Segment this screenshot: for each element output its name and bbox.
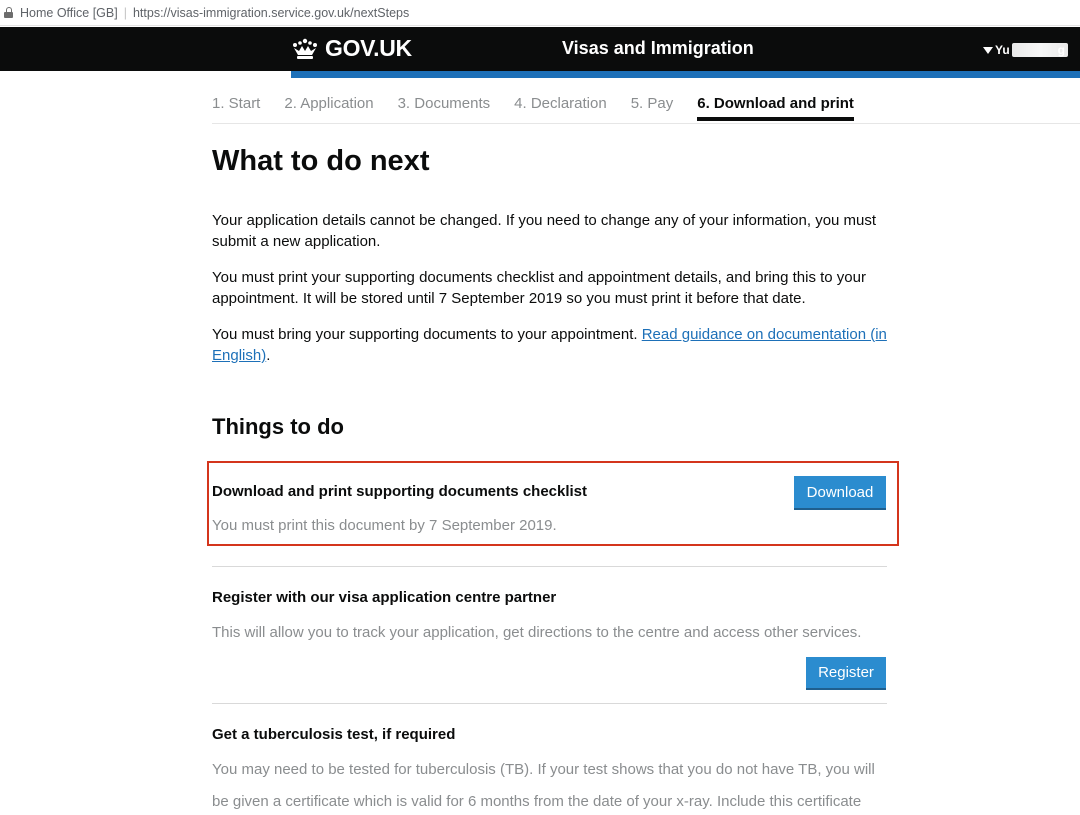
step-pay[interactable]: 5. Pay <box>631 95 674 120</box>
progress-steps: 1. Start 2. Application 3. Documents 4. … <box>212 95 878 121</box>
header-accent-bar <box>291 71 1080 78</box>
register-button[interactable]: Register <box>806 657 886 688</box>
paragraph-period: . <box>266 347 271 364</box>
caret-down-icon <box>983 46 993 54</box>
paragraph-bring-documents: You must bring your supporting documents… <box>212 324 892 366</box>
download-item-desc: You must print this document by 7 Septem… <box>212 517 557 534</box>
register-item-desc: This will allow you to track your applic… <box>212 624 862 641</box>
crown-icon <box>293 38 317 59</box>
govuk-header <box>0 27 1080 71</box>
step-documents[interactable]: 3. Documents <box>398 95 491 120</box>
paragraph-details-locked: Your application details cannot be chang… <box>212 212 877 250</box>
step-download-and-print[interactable]: 6. Download and print <box>697 95 854 121</box>
logo-text: GOV.UK <box>325 35 412 61</box>
tb-item-title: Get a tuberculosis test, if required <box>212 726 456 743</box>
url-text[interactable]: https://visas-immigration.service.gov.uk… <box>133 6 409 20</box>
paragraph-print-checklist: You must print your supporting documents… <box>212 269 866 307</box>
tb-item-desc: You may need to be tested for tuberculos… <box>212 761 875 810</box>
divider-2 <box>212 703 887 704</box>
download-item-title: Download and print supporting documents … <box>212 483 588 500</box>
download-button[interactable]: Download <box>794 476 886 508</box>
page-title: What to do next <box>212 145 430 177</box>
lock-icon <box>4 7 13 18</box>
step-application[interactable]: 2. Application <box>284 95 373 120</box>
govuk-logo-link[interactable]: GOV.UK <box>291 35 412 62</box>
user-name-end: g <box>1057 43 1066 57</box>
step-declaration[interactable]: 4. Declaration <box>514 95 607 120</box>
things-to-do-heading: Things to do <box>212 414 344 439</box>
step-start[interactable]: 1. Start <box>212 95 260 120</box>
service-name[interactable]: Visas and Immigration <box>562 38 754 59</box>
divider-1 <box>212 566 887 567</box>
user-menu[interactable]: Yu g <box>983 43 1068 57</box>
browser-address-bar[interactable]: Home Office [GB] | https://visas-immigra… <box>0 0 1080 26</box>
paragraph-text: You must bring your supporting documents… <box>212 326 642 343</box>
register-item-title: Register with our visa application centr… <box>212 589 557 606</box>
user-name-start: Yu <box>995 43 1010 57</box>
site-identity-label[interactable]: Home Office [GB] <box>20 6 118 20</box>
steps-divider <box>212 123 1080 124</box>
address-separator: | <box>123 5 127 20</box>
